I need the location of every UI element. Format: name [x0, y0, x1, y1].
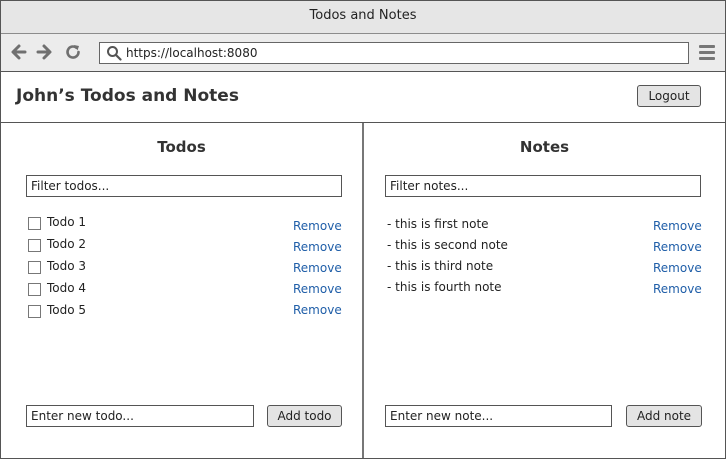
app-header: John’s Todos and Notes Logout — [1, 72, 725, 123]
remove-note-link[interactable]: Remove — [653, 261, 702, 275]
remove-todo-link[interactable]: Remove — [293, 240, 342, 254]
todo-item: Todo 1 Remove — [1, 214, 362, 234]
todo-checkbox[interactable] — [28, 217, 41, 230]
reload-icon[interactable] — [63, 42, 83, 62]
remove-todo-link[interactable]: Remove — [293, 303, 342, 317]
todo-checkbox[interactable] — [28, 261, 41, 274]
todos-panel: Todos Todo 1 Remove Todo 2 Remove Todo 3… — [1, 123, 362, 458]
note-item: - this is second note Remove — [364, 237, 725, 257]
notes-panel: Notes - this is first note Remove - this… — [364, 123, 725, 458]
note-item: - this is first note Remove — [364, 216, 725, 236]
new-todo-input[interactable] — [26, 405, 254, 427]
note-label: - this is second note — [387, 238, 508, 252]
todo-item: Todo 3 Remove — [1, 258, 362, 278]
todo-label: Todo 4 — [47, 281, 87, 295]
note-label: - this is third note — [387, 259, 494, 273]
back-arrow-icon[interactable] — [9, 42, 29, 62]
todo-checkbox[interactable] — [28, 305, 41, 318]
remove-note-link[interactable]: Remove — [653, 282, 702, 296]
todos-title: Todos — [157, 138, 206, 156]
todo-label: Todo 3 — [47, 259, 87, 273]
todo-checkbox[interactable] — [28, 283, 41, 296]
todo-label: Todo 5 — [47, 303, 87, 317]
note-item: - this is fourth note Remove — [364, 279, 725, 299]
remove-note-link[interactable]: Remove — [653, 219, 702, 233]
forward-arrow-icon[interactable] — [34, 42, 54, 62]
hamburger-menu-icon[interactable] — [699, 45, 715, 63]
note-item: - this is third note Remove — [364, 258, 725, 278]
remove-todo-link[interactable]: Remove — [293, 282, 342, 296]
add-todo-button[interactable]: Add todo — [267, 405, 342, 427]
search-icon — [106, 45, 122, 65]
remove-todo-link[interactable]: Remove — [293, 219, 342, 233]
browser-toolbar — [1, 34, 725, 72]
url-input[interactable] — [126, 44, 676, 62]
add-note-button[interactable]: Add note — [626, 405, 702, 427]
window-title: Todos and Notes — [1, 1, 725, 34]
page-title: John’s Todos and Notes — [16, 86, 239, 106]
todo-label: Todo 1 — [47, 215, 87, 229]
todo-item: Todo 2 Remove — [1, 236, 362, 256]
address-bar[interactable] — [99, 42, 689, 64]
note-label: - this is first note — [387, 217, 489, 231]
todo-item: Todo 4 Remove — [1, 280, 362, 300]
note-label: - this is fourth note — [387, 280, 502, 294]
browser-window: Todos and Notes John’s Todos and Notes L… — [0, 0, 726, 459]
remove-todo-link[interactable]: Remove — [293, 261, 342, 275]
filter-todos-input[interactable] — [26, 175, 342, 197]
todo-item: Todo 5 Remove — [1, 302, 362, 322]
logout-button[interactable]: Logout — [637, 85, 701, 107]
filter-notes-input[interactable] — [385, 175, 701, 197]
remove-note-link[interactable]: Remove — [653, 240, 702, 254]
new-note-input[interactable] — [385, 405, 612, 427]
todo-checkbox[interactable] — [28, 239, 41, 252]
todo-label: Todo 2 — [47, 237, 87, 251]
notes-title: Notes — [519, 138, 570, 156]
